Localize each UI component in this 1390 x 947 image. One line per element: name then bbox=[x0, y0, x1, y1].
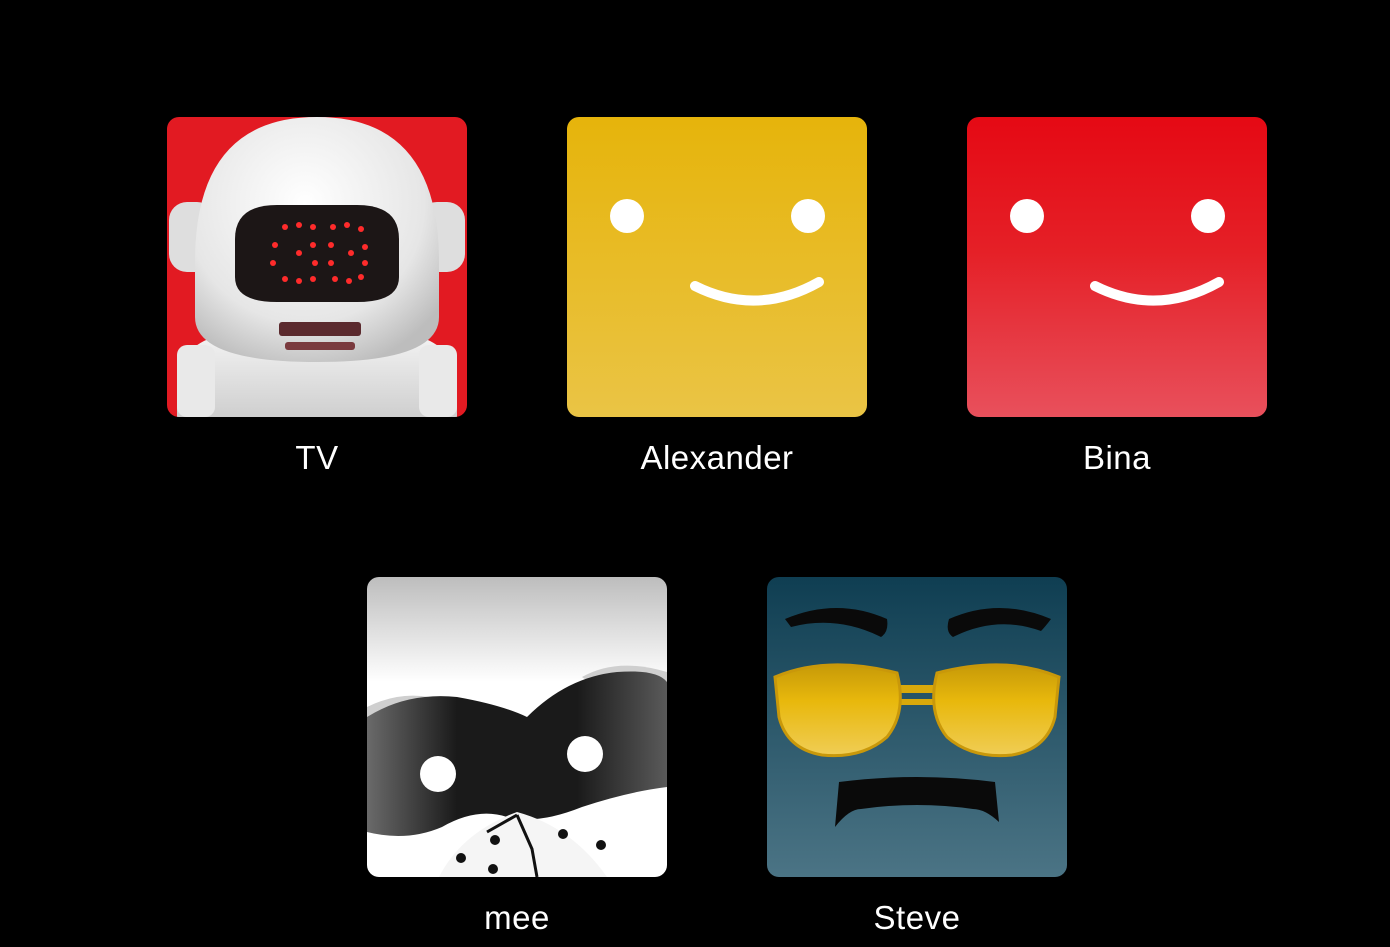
raccoon-mask-icon bbox=[367, 577, 667, 877]
smiley-face-icon bbox=[567, 117, 867, 417]
robot-astronaut-icon bbox=[167, 117, 467, 417]
profile-tv[interactable]: TV bbox=[167, 117, 467, 478]
smiley-face-icon bbox=[967, 117, 1267, 417]
profile-name: Alexander bbox=[640, 439, 794, 476]
profile-bina[interactable]: Bina bbox=[967, 117, 1267, 478]
profile-select-screen: TV Alexander Bina mee Steve bbox=[0, 0, 1390, 947]
profile-name: Bina bbox=[1082, 439, 1152, 476]
aviator-sunglasses-mustache-icon bbox=[767, 577, 1067, 877]
profile-alexander[interactable]: Alexander bbox=[567, 117, 867, 478]
profile-mee[interactable]: mee bbox=[367, 577, 667, 938]
profile-name: Steve bbox=[873, 899, 961, 936]
profile-name: TV bbox=[295, 439, 339, 476]
profile-steve[interactable]: Steve bbox=[767, 577, 1067, 938]
profile-name: mee bbox=[484, 899, 550, 936]
